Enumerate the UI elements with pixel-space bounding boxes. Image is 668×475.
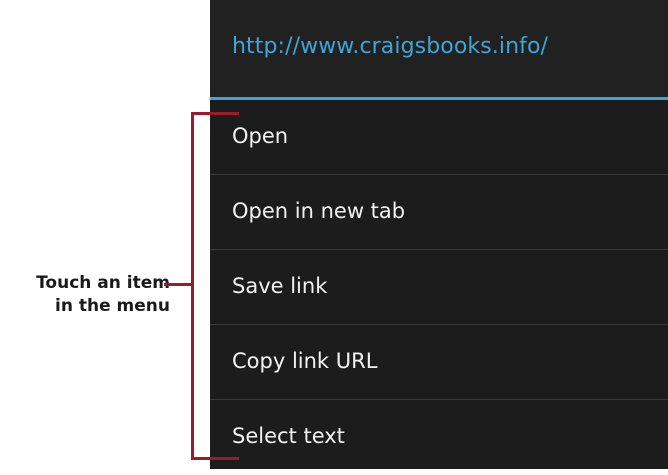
context-menu-dialog: http://www.craigsbooks.info/ Open Open i…	[210, 0, 668, 469]
callout-pointer-line	[164, 283, 192, 286]
menu-item-label: Select text	[232, 424, 345, 448]
callout-line-2: in the menu	[55, 296, 170, 316]
link-url-title: http://www.craigsbooks.info/	[232, 34, 549, 59]
menu-header: http://www.craigsbooks.info/	[210, 0, 668, 98]
menu-item-select-text[interactable]: Select text	[210, 400, 668, 475]
menu-item-label: Save link	[232, 274, 328, 298]
callout-bracket-top	[191, 112, 239, 115]
menu-item-label: Open in new tab	[232, 199, 406, 223]
callout-bracket-vertical	[191, 112, 194, 460]
menu-item-save-link[interactable]: Save link	[210, 250, 668, 325]
callout-line-1: Touch an item	[36, 273, 170, 293]
callout-annotation: Touch an item in the menu	[0, 272, 170, 318]
menu-list: Open Open in new tab Save link Copy link…	[210, 100, 668, 475]
menu-item-open-in-new-tab[interactable]: Open in new tab	[210, 175, 668, 250]
menu-item-label: Copy link URL	[232, 349, 378, 373]
menu-item-copy-link-url[interactable]: Copy link URL	[210, 325, 668, 400]
callout-bracket-bottom	[191, 457, 239, 460]
menu-item-label: Open	[232, 124, 289, 148]
menu-item-open[interactable]: Open	[210, 100, 668, 175]
